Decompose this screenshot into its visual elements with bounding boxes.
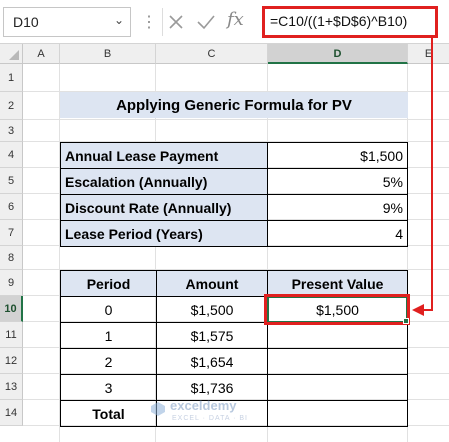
exceldemy-logo-icon [151, 402, 165, 416]
watermark-logo: exceldemy EXCEL · DATA · BI [150, 398, 300, 428]
watermark-name: exceldemy [170, 398, 237, 413]
annotation-arrow [412, 38, 433, 316]
watermark-tagline: EXCEL · DATA · BI [172, 415, 248, 422]
